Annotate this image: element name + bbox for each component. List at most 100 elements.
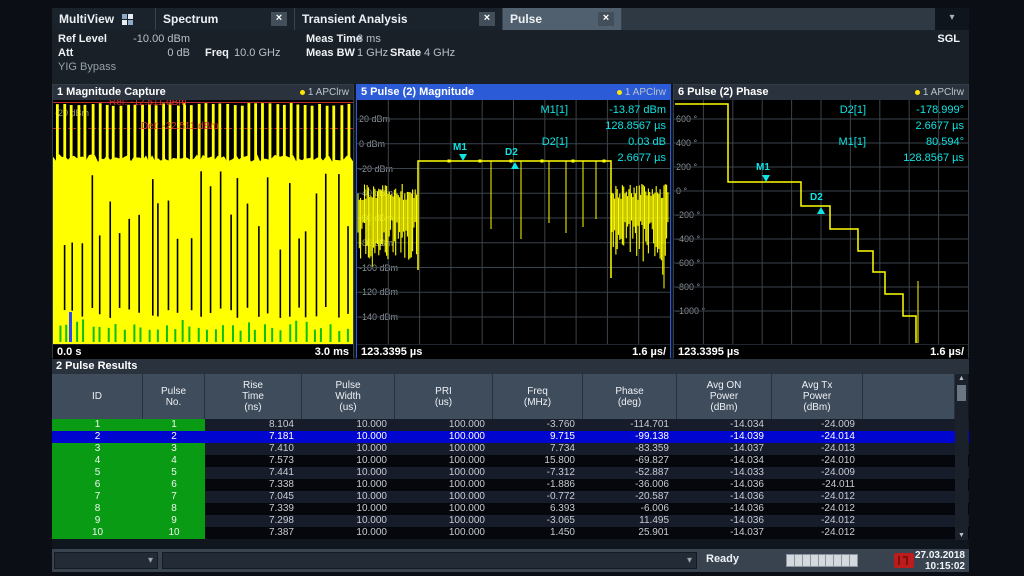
column-header[interactable]: ID: [52, 374, 143, 419]
value-cell: -24.013: [772, 443, 863, 455]
trace-label: 1 APClrw: [617, 85, 666, 100]
freq-value[interactable]: 10.0 GHz: [234, 47, 280, 59]
value-cell: -14.036: [677, 491, 772, 503]
value-cell: 10.000: [302, 431, 395, 443]
table-row[interactable]: 557.44110.000100.000-7.312-52.887-14.033…: [52, 467, 969, 479]
meas-time-value[interactable]: 3 ms: [357, 33, 381, 45]
marker-d2-icon[interactable]: [817, 207, 825, 214]
table-row[interactable]: 997.29810.000100.000-3.06511.495-14.036-…: [52, 515, 969, 527]
table-row[interactable]: 118.10410.000100.000-3.760-114.701-14.03…: [52, 419, 969, 431]
value-cell: 1.450: [493, 527, 583, 539]
value-cell: 7.441: [205, 467, 302, 479]
close-icon[interactable]: ×: [598, 12, 614, 26]
srate-value[interactable]: 4 GHz: [424, 47, 455, 59]
table-row[interactable]: 777.04510.000100.000-0.772-20.587-14.036…: [52, 491, 969, 503]
value-cell: -14.036: [677, 515, 772, 527]
panel-5-header[interactable]: 5 Pulse (2) Magnitude 1 APClrw: [357, 85, 670, 100]
marker-m1-label[interactable]: M1: [453, 142, 467, 153]
att-value[interactable]: 0 dB: [112, 47, 190, 59]
close-icon[interactable]: ×: [271, 12, 287, 26]
x-end-label: 3.0 ms: [315, 346, 349, 358]
table-row[interactable]: 667.33810.000100.000-1.886-36.006-14.036…: [52, 479, 969, 491]
panel-6-header[interactable]: 6 Pulse (2) Phase 1 APClrw: [674, 85, 968, 100]
panel-6-title: 6 Pulse (2) Phase: [678, 85, 769, 100]
phase-plot[interactable]: D2[1]-178.999°2.6677 µsM1[1]80.594°128.8…: [674, 100, 968, 344]
table-row[interactable]: 10107.38710.000100.0001.45025.901-14.037…: [52, 527, 969, 539]
sweep-mode-sgl: SGL: [937, 33, 960, 45]
panel-1-title: 1 Magnitude Capture: [57, 85, 166, 100]
panel-pulse-magnitude[interactable]: 5 Pulse (2) Magnitude 1 APClrw M1[1]-13.…: [356, 84, 671, 358]
meas-bw-label: Meas BW: [306, 47, 355, 59]
marker-readout-row: 128.8567 µs: [518, 118, 666, 134]
capture-trace-svg: [53, 100, 353, 344]
x-start-label: 0.0 s: [57, 346, 81, 358]
column-header[interactable]: PRI (us): [395, 374, 493, 419]
ref-level-value[interactable]: -10.00 dBm: [112, 33, 190, 45]
status-message-box[interactable]: ▾: [162, 552, 697, 569]
dropdown-icon[interactable]: ▾: [148, 555, 153, 566]
value-cell: -14.037: [677, 443, 772, 455]
value-cell: -24.009: [772, 419, 863, 431]
marker-readout-row: 128.8567 µs: [816, 150, 964, 166]
column-header[interactable]: [863, 374, 955, 419]
value-cell: -99.138: [583, 431, 677, 443]
column-header[interactable]: Avg ON Power (dBm): [677, 374, 772, 419]
tab-transient-label: Transient Analysis: [302, 12, 408, 26]
magnitude-plot[interactable]: M1[1]-13.87 dBm128.8567 µsD2[1]0.03 dB2.…: [357, 100, 670, 344]
value-cell: -24.012: [772, 515, 863, 527]
panel-1-header[interactable]: 1 Magnitude Capture 1 APClrw: [53, 85, 353, 100]
column-header[interactable]: Pulse No.: [143, 374, 205, 419]
id-cell: 2: [143, 431, 205, 443]
value-cell: -3.760: [493, 419, 583, 431]
value-cell: 7.410: [205, 443, 302, 455]
value-cell: 10.000: [302, 527, 395, 539]
column-header[interactable]: Rise Time (ns): [205, 374, 302, 419]
scrollbar-thumb[interactable]: [957, 385, 966, 401]
column-header[interactable]: Avg Tx Power (dBm): [772, 374, 863, 419]
instrument-screen: MultiView Spectrum × Transient Analysis …: [52, 8, 969, 572]
marker-d2-label[interactable]: D2: [810, 192, 823, 203]
tab-spectrum[interactable]: Spectrum ×: [156, 8, 295, 30]
value-cell: 11.495: [583, 515, 677, 527]
marker-d2-icon[interactable]: [511, 162, 519, 169]
capture-plot[interactable]: -20 dBm Ref: -12.511 dBm Det: -22.511 dB…: [53, 100, 353, 344]
meas-time-label: Meas Time: [306, 33, 362, 45]
table-scrollbar[interactable]: ▲ ▼: [955, 374, 968, 540]
scroll-up-icon[interactable]: ▲: [955, 374, 968, 383]
panel-magnitude-capture[interactable]: 1 Magnitude Capture 1 APClrw -20 dBm Ref…: [52, 84, 354, 358]
value-cell: [863, 491, 955, 503]
marker-m1-label[interactable]: M1: [756, 162, 770, 173]
table-row[interactable]: 337.41010.000100.0007.734-83.359-14.037-…: [52, 443, 969, 455]
column-header[interactable]: Freq (MHz): [493, 374, 583, 419]
meas-bw-value[interactable]: 1 GHz: [357, 47, 388, 59]
id-cell: 8: [143, 503, 205, 515]
panel-pulse-phase[interactable]: 6 Pulse (2) Phase 1 APClrw D2[1]-178.999…: [673, 84, 969, 358]
tab-overflow-dropdown-icon[interactable]: ▾: [935, 8, 969, 30]
value-cell: [863, 527, 955, 539]
close-icon[interactable]: ×: [479, 12, 495, 26]
tab-multiview[interactable]: MultiView: [52, 8, 156, 30]
status-dropdown-left[interactable]: ▾: [54, 552, 158, 569]
id-cell: 6: [143, 479, 205, 491]
marker-readout-row: 2.6677 µs: [518, 150, 666, 166]
id-cell: 7: [52, 491, 143, 503]
marker-d2-label[interactable]: D2: [505, 147, 518, 158]
trace-dot-icon: [915, 90, 920, 95]
value-cell: -24.009: [772, 467, 863, 479]
tab-pulse[interactable]: Pulse ×: [503, 8, 622, 30]
table-row[interactable]: 227.18110.000100.0009.715-99.138-14.039-…: [52, 431, 969, 443]
marker-m1-icon[interactable]: [459, 154, 467, 161]
table-row[interactable]: 447.57310.000100.00015.800-69.827-14.034…: [52, 455, 969, 467]
table-row[interactable]: 887.33910.000100.0006.393-6.006-14.036-2…: [52, 503, 969, 515]
column-header[interactable]: Phase (deg): [583, 374, 677, 419]
ref-line-label: Ref: -12.511 dBm: [109, 100, 187, 108]
tab-spectrum-label: Spectrum: [163, 12, 218, 26]
results-title: 2 Pulse Results: [52, 359, 969, 374]
scroll-down-icon[interactable]: ▼: [955, 531, 968, 540]
column-header[interactable]: Pulse Width (us): [302, 374, 395, 419]
value-cell: -14.039: [677, 431, 772, 443]
marker-m1-icon[interactable]: [762, 175, 770, 182]
value-cell: -20.587: [583, 491, 677, 503]
dropdown-icon[interactable]: ▾: [687, 555, 692, 566]
tab-transient-analysis[interactable]: Transient Analysis ×: [295, 8, 503, 30]
